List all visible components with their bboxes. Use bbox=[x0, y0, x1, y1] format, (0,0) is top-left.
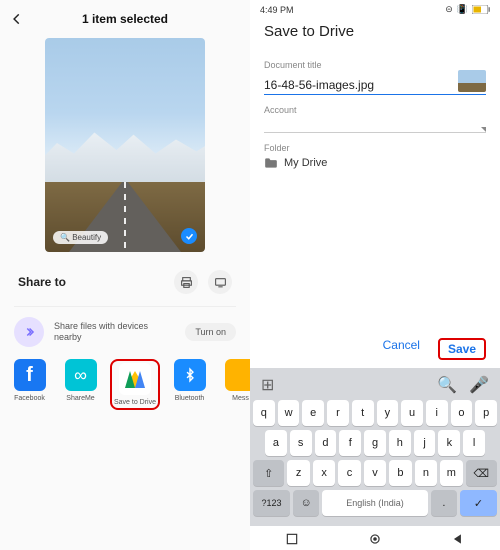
key-d[interactable]: d bbox=[315, 430, 337, 456]
key-p[interactable]: p bbox=[475, 400, 497, 426]
image-preview-area: 🔍 Beautify bbox=[0, 34, 250, 262]
nav-recent-icon[interactable] bbox=[285, 532, 299, 546]
folder-icon bbox=[264, 157, 278, 169]
folder-selector[interactable]: My Drive bbox=[264, 153, 486, 171]
status-bar: 4:49 PM ⊝ 📳 bbox=[250, 0, 500, 17]
key-f[interactable]: f bbox=[339, 430, 361, 456]
bluetooth-icon bbox=[174, 359, 206, 391]
share-to-label: Share to bbox=[18, 275, 66, 289]
share-sheet-panel: 1 item selected 🔍 Beautify Share to Shar… bbox=[0, 0, 250, 550]
keyboard: ⊞ 🔍 🎤 q w e r t y u i o p a s d f g h j bbox=[250, 368, 500, 526]
key-h[interactable]: h bbox=[389, 430, 411, 456]
spacebar[interactable]: English (India) bbox=[322, 490, 427, 516]
key-t[interactable]: t bbox=[352, 400, 374, 426]
key-i[interactable]: i bbox=[426, 400, 448, 426]
shareme-icon: ∞ bbox=[65, 359, 97, 391]
selected-image[interactable]: 🔍 Beautify bbox=[45, 38, 205, 252]
dnd-icon: ⊝ bbox=[445, 4, 453, 15]
keyboard-row-4: ?123 ☺ English (India) . ✓ bbox=[253, 490, 497, 516]
share-header: 1 item selected bbox=[0, 0, 250, 34]
doc-title-input[interactable] bbox=[264, 78, 452, 92]
key-j[interactable]: j bbox=[414, 430, 436, 456]
key-e[interactable]: e bbox=[302, 400, 324, 426]
share-app-shareme[interactable]: ∞ ShareMe bbox=[59, 359, 102, 410]
symbols-key[interactable]: ?123 bbox=[253, 490, 290, 516]
key-v[interactable]: v bbox=[364, 460, 386, 486]
doc-thumbnail bbox=[458, 70, 486, 92]
save-button[interactable]: Save bbox=[438, 338, 486, 360]
cast-icon[interactable] bbox=[208, 270, 232, 294]
turn-on-button[interactable]: Turn on bbox=[185, 323, 236, 341]
nearby-icon bbox=[14, 317, 44, 347]
key-l[interactable]: l bbox=[463, 430, 485, 456]
key-x[interactable]: x bbox=[313, 460, 335, 486]
dialog-title: Save to Drive bbox=[250, 17, 500, 54]
keyboard-mic-icon[interactable]: 🎤 bbox=[469, 375, 489, 395]
nearby-text: Share files with devices nearby bbox=[54, 321, 175, 343]
folder-label: Folder bbox=[264, 143, 486, 153]
chevron-down-icon bbox=[481, 127, 486, 132]
share-to-row: Share to bbox=[0, 262, 250, 302]
key-o[interactable]: o bbox=[451, 400, 473, 426]
selected-count: 1 item selected bbox=[24, 12, 226, 26]
save-to-drive-panel: 4:49 PM ⊝ 📳 Save to Drive Document title… bbox=[250, 0, 500, 550]
key-m[interactable]: m bbox=[440, 460, 462, 486]
account-dropdown[interactable] bbox=[264, 115, 486, 133]
account-label: Account bbox=[264, 105, 486, 115]
nav-home-icon[interactable] bbox=[368, 532, 382, 546]
share-app-messages[interactable]: Mess bbox=[219, 359, 250, 410]
share-app-facebook[interactable]: f Facebook bbox=[8, 359, 51, 410]
key-c[interactable]: c bbox=[338, 460, 360, 486]
keyboard-row-3: ⇧ z x c v b n m ⌫ bbox=[253, 460, 497, 486]
key-y[interactable]: y bbox=[377, 400, 399, 426]
key-r[interactable]: r bbox=[327, 400, 349, 426]
drive-icon bbox=[119, 363, 151, 395]
dialog-actions: Cancel Save bbox=[250, 328, 500, 368]
key-b[interactable]: b bbox=[389, 460, 411, 486]
key-s[interactable]: s bbox=[290, 430, 312, 456]
vibrate-icon: 📳 bbox=[457, 4, 468, 15]
key-a[interactable]: a bbox=[265, 430, 287, 456]
share-app-row: f Facebook ∞ ShareMe Save to Drive Bluet… bbox=[0, 359, 250, 420]
facebook-icon: f bbox=[14, 359, 46, 391]
enter-key[interactable]: ✓ bbox=[460, 490, 497, 516]
key-q[interactable]: q bbox=[253, 400, 275, 426]
emoji-key[interactable]: ☺ bbox=[293, 490, 319, 516]
keyboard-apps-icon[interactable]: ⊞ bbox=[261, 375, 274, 395]
period-key[interactable]: . bbox=[431, 490, 457, 516]
doc-title-row bbox=[264, 70, 486, 95]
key-u[interactable]: u bbox=[401, 400, 423, 426]
beautify-chip[interactable]: 🔍 Beautify bbox=[53, 231, 108, 244]
share-app-save-to-drive[interactable]: Save to Drive bbox=[110, 359, 160, 410]
shift-key[interactable]: ⇧ bbox=[253, 460, 284, 486]
key-k[interactable]: k bbox=[438, 430, 460, 456]
back-icon[interactable] bbox=[10, 12, 24, 26]
key-g[interactable]: g bbox=[364, 430, 386, 456]
android-nav-bar bbox=[250, 526, 500, 550]
status-time: 4:49 PM bbox=[260, 5, 294, 15]
divider bbox=[14, 306, 236, 307]
keyboard-search-icon[interactable]: 🔍 bbox=[437, 375, 457, 395]
nearby-share-row: Share files with devices nearby Turn on bbox=[0, 317, 250, 359]
keyboard-row-2: a s d f g h j k l bbox=[253, 430, 497, 456]
key-n[interactable]: n bbox=[415, 460, 437, 486]
cancel-button[interactable]: Cancel bbox=[383, 338, 420, 360]
key-w[interactable]: w bbox=[278, 400, 300, 426]
keyboard-row-1: q w e r t y u i o p bbox=[253, 400, 497, 426]
selected-check-icon[interactable] bbox=[181, 228, 197, 244]
share-app-bluetooth[interactable]: Bluetooth bbox=[168, 359, 211, 410]
messages-icon bbox=[225, 359, 251, 391]
print-icon[interactable] bbox=[174, 270, 198, 294]
key-z[interactable]: z bbox=[287, 460, 309, 486]
nav-back-icon[interactable] bbox=[451, 532, 465, 546]
backspace-key[interactable]: ⌫ bbox=[466, 460, 497, 486]
doc-title-label: Document title bbox=[264, 60, 486, 70]
battery-icon bbox=[472, 5, 490, 14]
